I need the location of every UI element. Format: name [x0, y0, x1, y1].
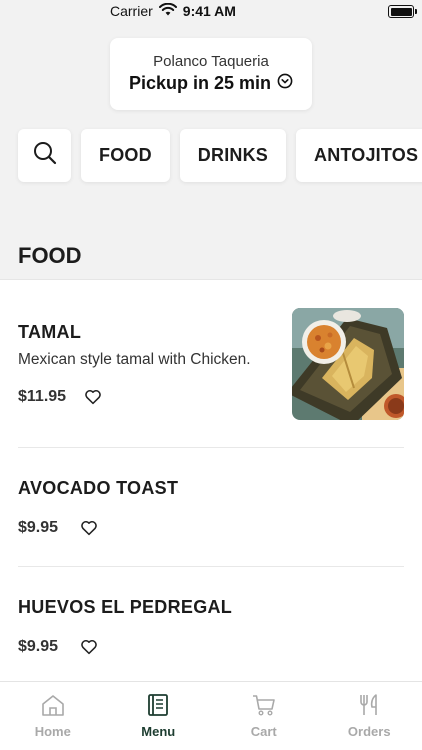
status-bar: Carrier 9:41 AM — [0, 0, 422, 24]
tab-label: Home — [34, 724, 71, 739]
house-icon — [40, 692, 66, 721]
heart-icon[interactable] — [80, 638, 98, 661]
tab-menu[interactable]: Menu — [106, 682, 212, 750]
search-button[interactable] — [18, 129, 71, 182]
category-chip-drinks[interactable]: DRINKS — [179, 129, 286, 182]
category-chip-food[interactable]: FOOD — [81, 129, 170, 182]
status-center: Carrier 9:41 AM — [110, 2, 236, 19]
cart-icon — [251, 692, 277, 721]
item-price: $11.95 — [18, 388, 67, 405]
chevron-down-icon — [277, 73, 293, 94]
wifi-icon — [158, 2, 177, 19]
section-title: FOOD — [18, 243, 82, 268]
tab-cart[interactable]: Cart — [211, 682, 317, 750]
menu-item-huevos-el-pedregal[interactable]: HUEVOS EL PEDREGAL $9.95 — [18, 567, 404, 681]
menu-book-icon — [145, 692, 171, 721]
item-name: AVOCADO TOAST — [18, 478, 179, 498]
clock-time: 9:41 AM — [182, 3, 236, 19]
pickup-time-row: Pickup in 25 min — [110, 73, 312, 94]
tab-label: Cart — [250, 724, 277, 739]
category-chips: FOOD DRINKS ANTOJITOS — [18, 129, 422, 182]
heart-icon[interactable] — [84, 388, 102, 411]
battery-icon — [388, 5, 417, 18]
bottom-tab-bar: Home Menu Cart Orders — [0, 681, 422, 750]
menu-item-tamal[interactable]: TAMAL Mexican style tamal with Chicken. … — [18, 280, 404, 448]
tab-orders[interactable]: Orders — [317, 682, 422, 750]
heart-icon[interactable] — [80, 519, 98, 542]
pickup-time: Pickup in 25 min — [128, 73, 272, 93]
tamal-photo — [292, 308, 404, 420]
category-chip-antojitos[interactable]: ANTOJITOS — [296, 129, 422, 182]
item-price: $9.95 — [18, 519, 59, 536]
menu-list: TAMAL Mexican style tamal with Chicken. … — [0, 279, 422, 681]
search-icon — [32, 140, 58, 171]
item-name: TAMAL — [18, 322, 82, 342]
item-description: Mexican style tamal with Chicken. — [18, 351, 251, 368]
utensils-icon — [356, 692, 382, 721]
restaurant-name: Polanco Taqueria — [153, 53, 269, 70]
pickup-location-selector[interactable]: Polanco Taqueria Pickup in 25 min — [110, 38, 312, 110]
tab-home[interactable]: Home — [0, 682, 106, 750]
tab-label: Orders — [347, 724, 391, 739]
item-price: $9.95 — [18, 638, 59, 655]
item-name: HUEVOS EL PEDREGAL — [18, 597, 233, 617]
menu-item-avocado-toast[interactable]: AVOCADO TOAST $9.95 — [18, 448, 404, 567]
tab-label: Menu — [141, 724, 176, 739]
carrier-label: Carrier — [110, 3, 153, 19]
